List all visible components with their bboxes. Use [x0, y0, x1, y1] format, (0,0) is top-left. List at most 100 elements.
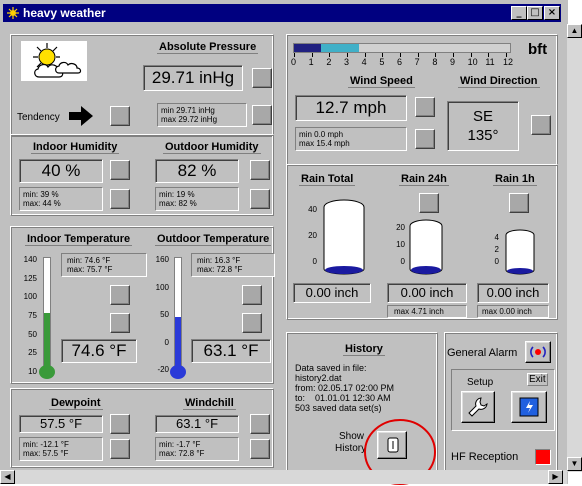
bft-tick-mark: [506, 53, 507, 57]
wind-speed-alarm-button[interactable]: [415, 97, 435, 117]
outdoor-humidity-alarm-button[interactable]: [250, 160, 270, 180]
wind-direction-display: SE 135°: [447, 101, 519, 151]
indoor-thermometer-tube: [43, 257, 51, 369]
scale-tick-label: 100: [23, 292, 37, 302]
pressure-title: Absolute Pressure: [157, 41, 259, 54]
history-title: History: [343, 343, 385, 356]
outdoor-temperature-title: Outdoor Temperature: [155, 233, 272, 246]
wind-minmax-button[interactable]: [415, 129, 435, 149]
scale-tick-label: 10: [396, 240, 405, 249]
close-button[interactable]: ×: [544, 6, 560, 20]
indoor-humidity-value: 40 %: [19, 159, 103, 183]
hf-reception-label: HF Reception: [451, 451, 519, 463]
windchill-minmax-button[interactable]: [250, 439, 270, 459]
title-bar[interactable]: heavy weather _ □ ×: [3, 4, 561, 22]
wind-max: max 15.4 mph: [299, 139, 350, 148]
show-history-button[interactable]: [377, 431, 407, 459]
dewpoint-minmax-box: min: -12.1 °F max: 57.5 °F: [19, 437, 103, 461]
wind-direction-degrees: 135°: [467, 127, 499, 144]
outdoor-temperature-alarm-low-button[interactable]: [242, 313, 262, 333]
bft-tick-mark: [329, 53, 331, 57]
rain-24h-alarm-button[interactable]: [419, 193, 439, 213]
scale-tick-label: 40: [308, 205, 317, 214]
bft-tick-mark: [417, 53, 419, 57]
wind-direction-alarm-button[interactable]: [531, 115, 551, 135]
bft-tick-label: 10: [467, 57, 478, 67]
dewpoint-min: min: -12.1 °F: [23, 440, 69, 449]
scale-tick-label: 25: [28, 348, 37, 358]
scale-tick-label: 160: [155, 255, 169, 264]
weather-forecast-sun-cloud-icon: [21, 41, 87, 81]
bft-tick-mark: [435, 53, 437, 57]
bft-fill-light: [321, 44, 359, 52]
outdoor-humidity-max: max: 82 %: [159, 199, 197, 208]
rain-1h-alarm-button[interactable]: [509, 193, 529, 213]
horizontal-scrollbar[interactable]: ◀ ▶: [0, 470, 567, 484]
bft-tick-label: 2: [326, 57, 332, 67]
scroll-right-button[interactable]: ▶: [548, 470, 563, 484]
dewpoint-minmax-button[interactable]: [110, 439, 130, 459]
rain-24h-max: max 4.71 inch: [394, 307, 444, 316]
pressure-alarm-button[interactable]: [252, 68, 272, 88]
pressure-minmax-button[interactable]: [252, 105, 272, 125]
exit-button[interactable]: Exit: [527, 373, 548, 386]
temperature-panel: Indoor Temperature Outdoor Temperature 1…: [10, 226, 275, 384]
vertical-scrollbar[interactable]: ▲ ▼: [567, 24, 582, 472]
wind-min: min 0.0 mph: [299, 130, 344, 139]
bft-tick-label: 0: [291, 57, 297, 67]
scale-tick-label: 2: [494, 245, 499, 254]
bft-tick-mark: [382, 53, 384, 57]
dewpoint-alarm-button[interactable]: [110, 414, 130, 434]
scale-tick-label: 4: [494, 233, 499, 242]
bft-scale-bar: [293, 43, 511, 53]
bft-tick-label: 1: [308, 57, 314, 67]
rain-panel: Rain Total Rain 24h Rain 1h 40 20 0 20 10 0 …: [286, 164, 558, 320]
controls-panel: General Alarm Setup Exit HF Reception: [444, 332, 558, 472]
maximize-button[interactable]: □: [527, 6, 543, 20]
bft-tick-label: 11: [485, 57, 495, 67]
main-client: Absolute Pressure 29.71 inHg Tendency mi…: [4, 24, 562, 485]
outdoor-temperature-min: min: 16.3 °F: [197, 256, 241, 265]
tendency-button[interactable]: [110, 106, 130, 126]
scroll-up-button[interactable]: ▲: [567, 24, 582, 38]
indoor-humidity-alarm-button[interactable]: [110, 160, 130, 180]
scroll-left-button[interactable]: ◀: [0, 470, 15, 484]
indoor-humidity-max: max: 44 %: [23, 199, 61, 208]
scale-tick-label: 0: [164, 337, 169, 347]
setup-button[interactable]: [461, 391, 495, 423]
indoor-temperature-alarm-low-button[interactable]: [110, 313, 130, 333]
app-window: heavy weather _ □ × Absolute Pressure 29…: [0, 0, 568, 485]
humidity-panel: Indoor Humidity Outdoor Humidity 40 % 82…: [10, 134, 274, 216]
hf-reception-indicator: [535, 449, 551, 465]
exit-program-button[interactable]: [511, 391, 547, 423]
scroll-down-button[interactable]: ▼: [567, 457, 582, 471]
bft-tick-label: 4: [361, 57, 367, 67]
history-info-line2: history2.dat: [295, 373, 342, 383]
tendency-label: Tendency: [17, 112, 60, 123]
rain-1h-value: 0.00 inch: [477, 283, 549, 303]
history-info-line1: Data saved in file:: [295, 363, 367, 373]
bft-tick-label: 8: [432, 57, 438, 67]
outdoor-humidity-title: Outdoor Humidity: [163, 141, 261, 154]
rain-24h-value: 0.00 inch: [387, 283, 467, 303]
scale-tick-label: 50: [160, 310, 169, 319]
app-logo-icon: [7, 7, 19, 19]
minimize-button[interactable]: _: [511, 6, 527, 20]
rain-1h-max-box: max 0.00 inch: [477, 305, 549, 318]
wrench-icon: [468, 397, 488, 417]
outdoor-temperature-max: max: 72.8 °F: [197, 265, 243, 274]
bft-tick-label: 5: [379, 57, 385, 67]
pressure-max: max 29.72 inHg: [161, 115, 218, 124]
outdoor-humidity-minmax-button[interactable]: [250, 189, 270, 209]
outdoor-thermometer-tube: [174, 257, 182, 369]
indoor-temperature-minmax-button[interactable]: [110, 285, 130, 305]
rain-24h-max-box: max 4.71 inch: [387, 305, 467, 318]
indoor-humidity-min: min: 39 %: [23, 190, 59, 199]
dewpoint-title: Dewpoint: [49, 397, 103, 410]
outdoor-temperature-minmax-button[interactable]: [242, 285, 262, 305]
indoor-humidity-minmax-button[interactable]: [110, 189, 130, 209]
scale-tick-label: 100: [155, 282, 169, 292]
scale-tick-label: 140: [23, 255, 37, 264]
windchill-alarm-button[interactable]: [250, 414, 270, 434]
general-alarm-button[interactable]: [525, 341, 551, 363]
